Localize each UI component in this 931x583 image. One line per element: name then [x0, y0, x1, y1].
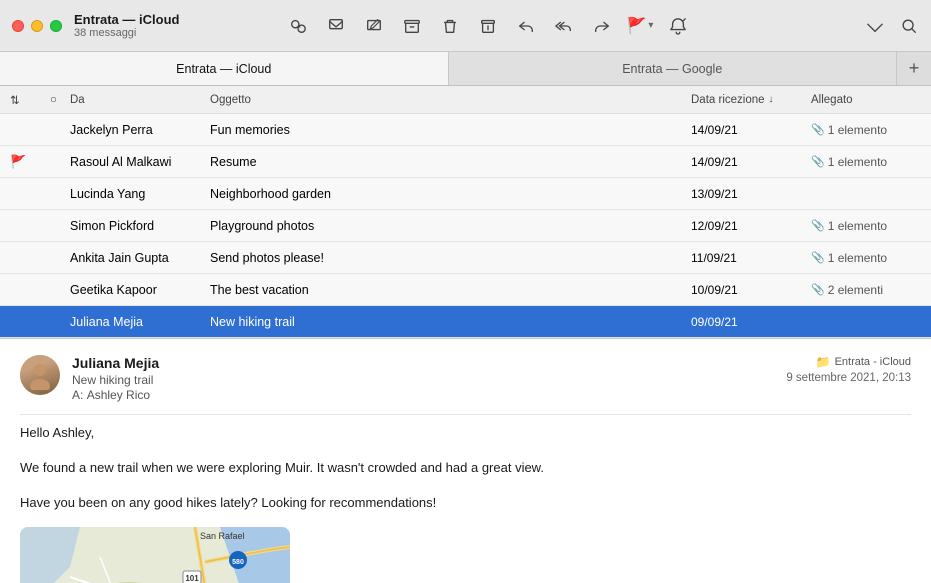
subject-cell: Fun memories [210, 123, 691, 137]
subject-cell: Resume [210, 155, 691, 169]
date-cell: 13/09/21 [691, 187, 811, 201]
detail-header: Juliana Mejia New hiking trail A: Ashley… [20, 355, 911, 415]
minimize-button[interactable] [31, 20, 43, 32]
from-cell: Rasoul Al Malkawi [70, 155, 210, 169]
paperclip-icon: 📎 [811, 219, 825, 232]
attach-cell: 📎2 elementi [811, 283, 931, 297]
email-body: Hello Ashley, We found a new trail when … [20, 423, 911, 513]
date-cell: 14/09/21 [691, 155, 811, 169]
paperclip-icon: 📎 [811, 123, 825, 136]
table-row[interactable]: Juliana Mejia New hiking trail 09/09/21 [0, 306, 931, 338]
from-cell: Geetika Kapoor [70, 283, 210, 297]
received-time: 9 settembre 2021, 20:13 [786, 372, 911, 384]
search-icon[interactable] [899, 16, 919, 36]
forward-icon[interactable] [592, 16, 612, 36]
flag-cell: 🚩 [10, 154, 30, 170]
paperclip-icon: 📎 [811, 251, 825, 264]
email-detail-pane: Juliana Mejia New hiking trail A: Ashley… [0, 338, 931, 583]
table-row[interactable]: Lucinda Yang Neighborhood garden 13/09/2… [0, 178, 931, 210]
sort-icon[interactable]: ⇅ [10, 93, 30, 107]
avatar-image [20, 355, 60, 395]
table-row[interactable]: Jackelyn Perra Fun memories 14/09/21 📎1 … [0, 114, 931, 146]
from-cell: Ankita Jain Gupta [70, 251, 210, 265]
more-icon[interactable] [865, 16, 885, 36]
date-cell: 09/09/21 [691, 315, 811, 329]
compose-icon[interactable] [326, 16, 346, 36]
avatar [20, 355, 60, 395]
close-button[interactable] [12, 20, 24, 32]
tabbar: Entrata — iCloud Entrata — Google + [0, 52, 931, 86]
date-cell: 12/09/21 [691, 219, 811, 233]
table-row[interactable]: 🚩 Rasoul Al Malkawi Resume 14/09/21 📎1 e… [0, 146, 931, 178]
attach-cell: 📎1 elemento [811, 155, 931, 169]
trash-icon[interactable] [440, 16, 460, 36]
body-paragraph-3: Have you been on any good hikes lately? … [20, 493, 911, 514]
subject-cell: Playground photos [210, 219, 691, 233]
attachment-header[interactable]: Allegato [811, 94, 931, 106]
attach-cell: 📎1 elemento [811, 251, 931, 265]
thread-icon[interactable] [288, 16, 308, 36]
map-attachment[interactable]: San Rafael Bolinas Muir Woods National M… [20, 527, 290, 583]
notification-icon[interactable] [668, 16, 688, 36]
folder-icon: 📁 [816, 355, 831, 369]
date-cell: 14/09/21 [691, 123, 811, 137]
add-tab-button[interactable]: + [897, 52, 931, 85]
svg-text:101: 101 [185, 574, 199, 583]
flag-dropdown-icon: ▾ [648, 20, 653, 31]
toolbar-right [865, 16, 919, 36]
attach-cell: 📎1 elemento [811, 219, 931, 233]
traffic-lights [12, 20, 62, 32]
date-cell: 11/09/21 [691, 251, 811, 265]
to-line: A: Ashley Rico [72, 388, 786, 402]
from-cell: Jackelyn Perra [70, 123, 210, 137]
mailbox-badge: 📁 Entrata - iCloud [816, 355, 911, 369]
sender-name: Juliana Mejia [72, 355, 786, 371]
toolbar: 🚩 ▾ [288, 16, 688, 36]
date-cell: 10/09/21 [691, 283, 811, 297]
reply-all-icon[interactable] [554, 16, 574, 36]
table-row[interactable]: Simon Pickford Playground photos 12/09/2… [0, 210, 931, 242]
junk-icon[interactable] [478, 16, 498, 36]
detail-meta: 📁 Entrata - iCloud 9 settembre 2021, 20:… [786, 355, 911, 384]
map-svg: San Rafael Bolinas Muir Woods National M… [20, 527, 290, 583]
from-cell: Juliana Mejia [70, 315, 210, 329]
body-paragraph-2: We found a new trail when we were explor… [20, 458, 911, 479]
sender-info: Juliana Mejia New hiking trail A: Ashley… [72, 355, 786, 402]
main-content: ⇅ ○ Da Oggetto Data ricezione ↓ Allegato… [0, 86, 931, 583]
from-cell: Simon Pickford [70, 219, 210, 233]
maximize-button[interactable] [50, 20, 62, 32]
subject-cell: Neighborhood garden [210, 187, 691, 201]
archive-icon[interactable] [402, 16, 422, 36]
message-count: 38 messaggi [74, 27, 179, 39]
subject-cell: The best vacation [210, 283, 691, 297]
subject-cell: Send photos please! [210, 251, 691, 265]
body-paragraph-1: Hello Ashley, [20, 423, 911, 444]
flag-icon: 🚩 [627, 16, 647, 36]
window-title-group: Entrata — iCloud 38 messaggi [74, 12, 179, 39]
sort-arrow-icon: ↓ [769, 94, 774, 105]
titlebar: Entrata — iCloud 38 messaggi [0, 0, 931, 52]
email-subject: New hiking trail [72, 373, 786, 387]
table-row[interactable]: Ankita Jain Gupta Send photos please! 11… [0, 242, 931, 274]
svg-text:580: 580 [232, 559, 244, 566]
column-headers: ⇅ ○ Da Oggetto Data ricezione ↓ Allegato [0, 86, 931, 114]
email-list: ⇅ ○ Da Oggetto Data ricezione ↓ Allegato… [0, 86, 931, 338]
tab-icloud[interactable]: Entrata — iCloud [0, 52, 449, 85]
from-cell: Lucinda Yang [70, 187, 210, 201]
flag-button[interactable]: 🚩 ▾ [630, 16, 650, 36]
date-header[interactable]: Data ricezione ↓ [691, 94, 811, 106]
from-header[interactable]: Da [70, 94, 210, 106]
subject-header[interactable]: Oggetto [210, 94, 691, 106]
new-message-icon[interactable] [364, 16, 384, 36]
paperclip-icon: 📎 [811, 155, 825, 168]
attach-cell: 📎1 elemento [811, 123, 931, 137]
svg-text:San Rafael: San Rafael [200, 531, 245, 541]
read-header: ○ [50, 94, 70, 106]
subject-cell: New hiking trail [210, 315, 691, 329]
table-row[interactable]: Geetika Kapoor The best vacation 10/09/2… [0, 274, 931, 306]
paperclip-icon: 📎 [811, 283, 825, 296]
window-title: Entrata — iCloud [74, 12, 179, 27]
tab-google[interactable]: Entrata — Google [449, 52, 898, 85]
reply-icon[interactable] [516, 16, 536, 36]
